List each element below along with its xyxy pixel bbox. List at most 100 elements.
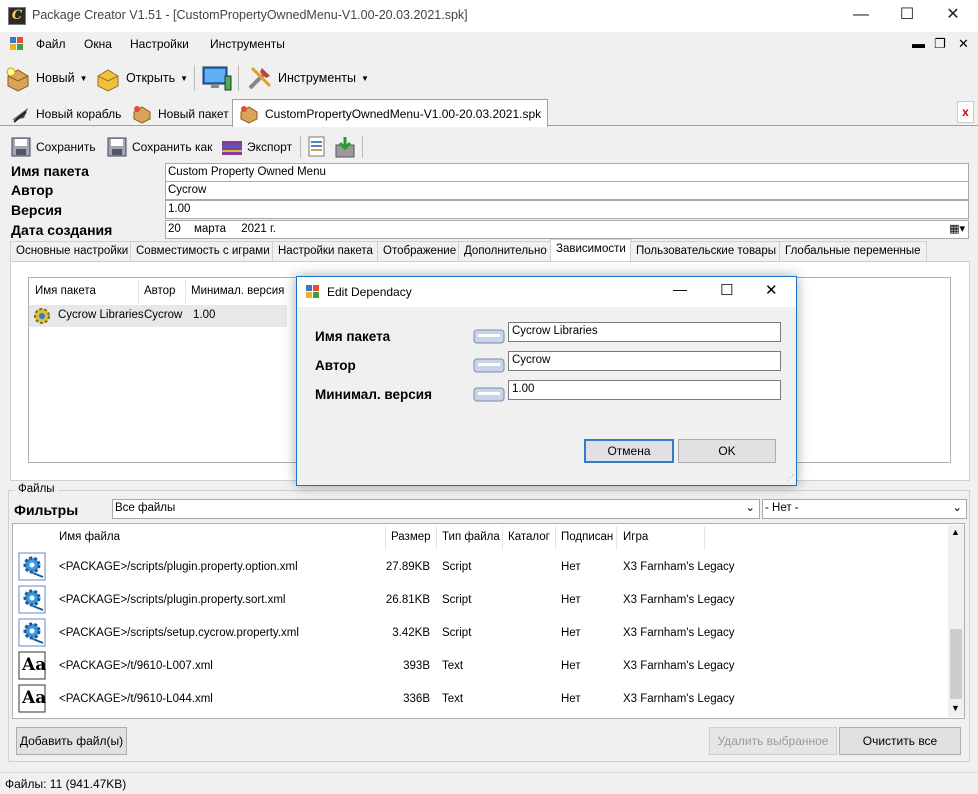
mdi-restore-icon[interactable]: ❐ bbox=[934, 36, 946, 52]
file-filter-select[interactable]: Все файлы ⌄ bbox=[112, 499, 760, 519]
file-game-cell: X3 Farnham's Legacy bbox=[623, 627, 735, 639]
clear-all-button[interactable]: Очистить все bbox=[839, 727, 961, 755]
dialog-minimize-icon[interactable]: — bbox=[673, 281, 687, 297]
tab-display[interactable]: Отображение bbox=[377, 241, 463, 261]
tab-game-compat[interactable]: Совместимость с играми bbox=[130, 241, 276, 261]
dialog-maximize-icon[interactable]: ☐ bbox=[720, 281, 733, 299]
package-name-field[interactable]: Custom Property Owned Menu bbox=[165, 163, 969, 182]
document-tabs: Новый корабль Новый пакет CustomProperty… bbox=[0, 98, 978, 127]
dialog-close-icon[interactable]: ✕ bbox=[765, 281, 778, 299]
tab-new-package[interactable]: Новый пакет bbox=[126, 102, 235, 126]
export-label: Экспорт bbox=[247, 140, 293, 154]
maximize-button[interactable]: ☐ bbox=[884, 0, 930, 32]
col-game[interactable]: Игра bbox=[623, 531, 648, 543]
table-row[interactable]: Aa <PACKAGE>/t/9610-L007.xml 393B Text Нет X3… bbox=[13, 650, 947, 683]
status-text: Файлы: 11 (941.47KB) bbox=[5, 777, 127, 791]
tools-dropdown-icon[interactable]: ▼ bbox=[361, 74, 369, 83]
close-tab-button[interactable]: x bbox=[957, 101, 974, 123]
menu-file[interactable]: Файл bbox=[36, 37, 66, 51]
mdi-close-icon[interactable]: ✕ bbox=[958, 36, 969, 52]
menu-tools[interactable]: Инструменты bbox=[210, 37, 285, 51]
menu-settings[interactable]: Настройки bbox=[130, 37, 189, 51]
save-button[interactable]: Сохранить bbox=[10, 134, 96, 160]
install-button[interactable] bbox=[334, 135, 356, 162]
dialog-ok-button[interactable]: OK bbox=[678, 439, 776, 463]
tab-dependencies[interactable]: Зависимости bbox=[550, 239, 632, 262]
col-filename[interactable]: Имя файла bbox=[59, 531, 120, 543]
file-type-cell: Script bbox=[442, 594, 472, 606]
dialog-name-input[interactable]: Cycrow Libraries bbox=[508, 322, 781, 342]
file-signed-cell: Нет bbox=[561, 594, 581, 606]
dialog-title-bar: Edit Dependacy — ☐ ✕ bbox=[297, 277, 796, 307]
export-button[interactable]: Экспорт bbox=[220, 134, 292, 160]
col-signed[interactable]: Подписан bbox=[561, 531, 613, 543]
tab-label: Новый пакет bbox=[158, 107, 229, 121]
scroll-up-icon[interactable]: ▲ bbox=[951, 527, 960, 537]
col-filetype[interactable]: Тип файла bbox=[442, 531, 500, 543]
save-as-button[interactable]: Сохранить как bbox=[106, 134, 212, 160]
filters-label: Фильтры bbox=[14, 502, 79, 518]
toolbar-separator bbox=[194, 65, 195, 91]
dialog-author-input[interactable]: Cycrow bbox=[508, 351, 781, 371]
keyboard-icon bbox=[473, 329, 505, 344]
new-dropdown-icon[interactable]: ▼ bbox=[80, 74, 88, 83]
mdi-minimize-icon[interactable]: ▬ bbox=[912, 36, 925, 51]
chevron-down-icon: ⌄ bbox=[952, 502, 962, 514]
main-toolbar: Новый ▼ Открыть ▼ Инструменты ▼ bbox=[0, 57, 978, 97]
dep-col-name[interactable]: Имя пакета bbox=[35, 285, 96, 297]
status-bar: Файлы: 11 (941.47KB) bbox=[0, 772, 978, 794]
mdi-window-icon bbox=[10, 37, 24, 51]
author-label: Автор bbox=[11, 182, 54, 198]
files-list[interactable]: Имя файла Размер Тип файла Каталог Подпи… bbox=[12, 523, 965, 719]
tools-button[interactable]: Инструменты ▼ bbox=[246, 63, 369, 93]
add-files-button[interactable]: Добавить файл(ы) bbox=[16, 727, 127, 755]
remove-selected-button[interactable]: Удалить выбранное bbox=[709, 727, 837, 755]
file-signed-cell: Нет bbox=[561, 660, 581, 672]
menu-windows[interactable]: Окна bbox=[84, 37, 112, 51]
calendar-dropdown-icon[interactable]: ▦▾ bbox=[949, 222, 965, 237]
files-scrollbar[interactable]: ▲ ▼ bbox=[948, 525, 964, 717]
file-game-cell: X3 Farnham's Legacy bbox=[623, 594, 735, 606]
save-icon bbox=[11, 137, 31, 157]
tab-current-package[interactable]: CustomPropertyOwnedMenu-V1.00-20.03.2021… bbox=[232, 99, 549, 127]
open-button[interactable]: Открыть ▼ bbox=[94, 63, 188, 93]
computer-button[interactable] bbox=[202, 63, 234, 93]
col-directory[interactable]: Каталог bbox=[508, 531, 550, 543]
new-label: Новый bbox=[36, 71, 75, 85]
table-row[interactable]: <PACKAGE>/scripts/plugin.property.sort.x… bbox=[13, 584, 947, 617]
tab-new-ship[interactable]: Новый корабль bbox=[4, 102, 127, 126]
game-filter-select[interactable]: - Нет - ⌄ bbox=[762, 499, 967, 519]
open-label: Открыть bbox=[126, 71, 176, 85]
scroll-down-icon[interactable]: ▼ bbox=[951, 703, 960, 713]
close-window-button[interactable]: ✕ bbox=[930, 0, 976, 32]
creation-date-picker[interactable]: 20 марта 2021 г. ▦▾ bbox=[165, 220, 969, 239]
open-dropdown-icon[interactable]: ▼ bbox=[180, 74, 188, 83]
scroll-thumb[interactable] bbox=[950, 629, 962, 699]
table-row[interactable]: <PACKAGE>/scripts/setup.cycrow.property.… bbox=[13, 617, 947, 650]
version-field[interactable]: 1.00 bbox=[165, 200, 969, 219]
col-size[interactable]: Размер bbox=[391, 531, 431, 543]
open-package-icon bbox=[94, 64, 122, 92]
date-month: марта bbox=[194, 223, 226, 235]
dialog-cancel-button[interactable]: Отмена bbox=[584, 439, 674, 463]
chevron-down-icon: ⌄ bbox=[745, 502, 755, 514]
table-row[interactable]: Aa <PACKAGE>/t/9610-L044.xml 336B Text Нет X3… bbox=[13, 683, 947, 716]
dep-col-author[interactable]: Автор bbox=[144, 285, 175, 297]
new-button[interactable]: Новый ▼ bbox=[4, 63, 88, 93]
tab-custom-wares[interactable]: Пользовательские товары bbox=[630, 241, 782, 261]
dep-col-version[interactable]: Минимал. версия bbox=[191, 285, 284, 297]
keyboard-icon bbox=[473, 387, 505, 402]
title-bar: C Package Creator V1.51 - [CustomPropert… bbox=[0, 0, 978, 32]
resize-grip-icon[interactable]: ⋰ bbox=[786, 473, 794, 482]
tab-package-settings[interactable]: Настройки пакета bbox=[272, 241, 379, 261]
minimize-button[interactable]: — bbox=[838, 0, 884, 32]
tab-global-vars[interactable]: Глобальные переменные bbox=[779, 241, 927, 261]
dialog-version-input[interactable]: 1.00 bbox=[508, 380, 781, 400]
ship-icon bbox=[10, 104, 30, 124]
tab-main-settings[interactable]: Основные настройки bbox=[10, 241, 135, 261]
author-field[interactable]: Cycrow bbox=[165, 181, 969, 200]
doc-list-button[interactable] bbox=[306, 135, 328, 162]
table-row[interactable]: <PACKAGE>/scripts/plugin.property.option… bbox=[13, 551, 947, 584]
tab-additional[interactable]: Дополнительно bbox=[458, 241, 553, 261]
table-row[interactable]: Cycrow Libraries Cycrow 1.00 bbox=[29, 305, 287, 327]
